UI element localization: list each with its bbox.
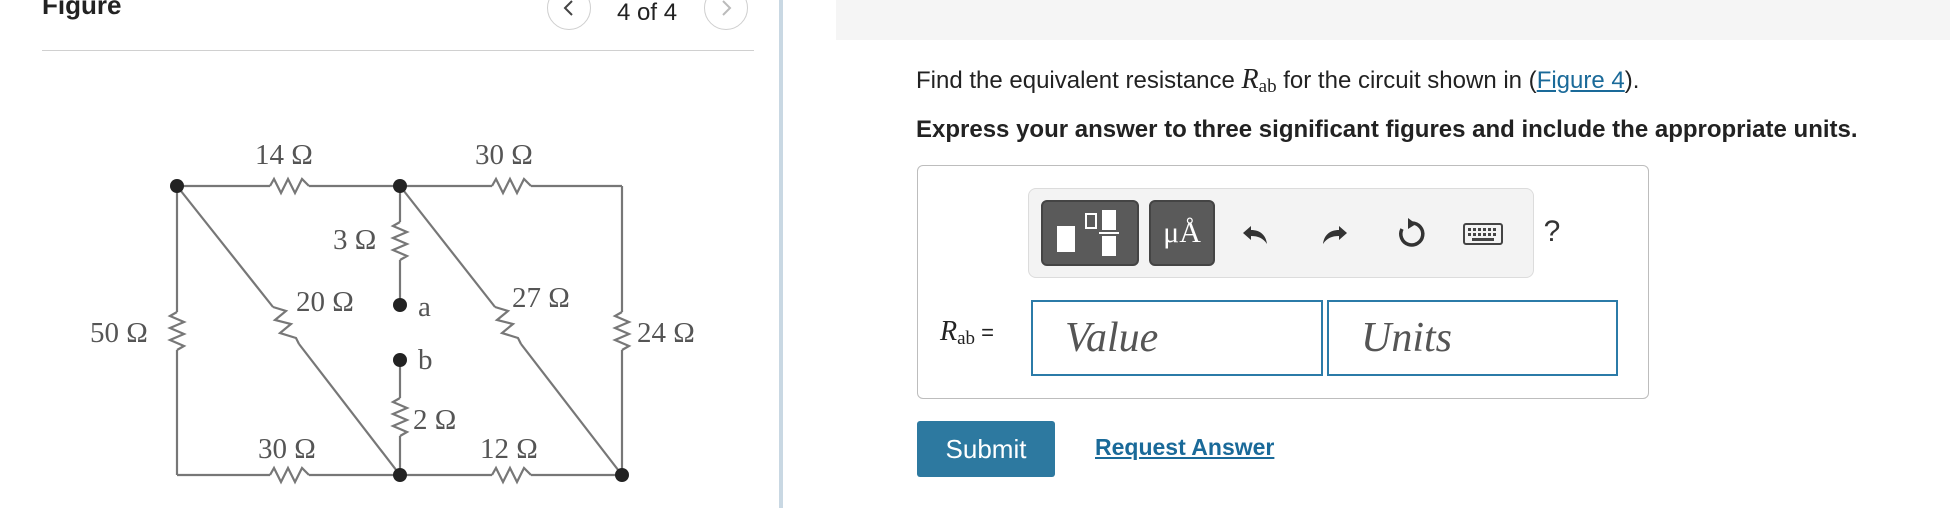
chevron-left-icon [563,0,573,16]
question-mid: for the circuit shown in ( [1276,67,1537,94]
answer-variable-label: Rab = [940,316,994,350]
figure-page-counter: 4 of 4 [617,0,678,26]
redo-icon [1323,226,1347,244]
answer-equals: = [975,320,995,345]
units-button[interactable]: μÅ [1149,200,1215,266]
previous-figure-button[interactable] [547,0,591,30]
figure-link[interactable]: Figure 4 [1537,67,1625,94]
resistor-12-label: 12 Ω [480,433,538,465]
resistor-2-label: 2 Ω [413,404,456,436]
resistor-50-label: 50 Ω [90,317,148,349]
question-variable-subscript: ab [1258,76,1277,97]
units-button-label: μÅ [1163,216,1201,249]
question-suffix: ). [1624,67,1640,94]
resistor-30-top-label: 30 Ω [475,139,533,171]
fraction-template-icon [1057,210,1119,256]
circuit-diagram: 14 Ω 30 Ω 3 Ω 20 Ω 27 Ω 50 Ω 24 Ω 2 Ω 30… [90,139,695,485]
figure-divider [42,50,754,51]
undo-button[interactable] [1237,215,1275,253]
keyboard-icon [1463,223,1503,245]
panel-separator[interactable] [779,0,783,508]
resistor-20-label: 20 Ω [296,286,354,318]
question-prefix: Find the equivalent resistance [916,67,1242,94]
resistor-14-label: 14 Ω [255,139,313,171]
request-answer-link[interactable]: Request Answer [1095,434,1274,461]
terminal-b-label: b [418,344,433,376]
units-input[interactable] [1327,300,1618,376]
answer-box: μÅ ? Rab = Value Units [917,165,1649,399]
chevron-right-icon [722,0,732,16]
answer-instruction: Express your answer to three significant… [916,116,1858,143]
resistor-24-label: 24 Ω [637,317,695,349]
keyboard-button[interactable] [1459,215,1507,253]
terminal-a-label: a [418,291,431,323]
question-header-band [836,0,1950,40]
answer-variable-subscript: ab [957,328,976,349]
submit-button[interactable]: Submit [917,421,1055,477]
resistor-27-label: 27 Ω [512,282,570,314]
help-label: ? [1543,215,1561,248]
redo-button[interactable] [1315,215,1353,253]
templates-button[interactable] [1041,200,1139,266]
figure-panel: Figure 4 of 4 14 Ω 30 Ω 3 Ω 20 Ω 27 Ω 50… [0,0,778,508]
question-text: Find the equivalent resistance Rab for t… [916,64,1639,98]
next-figure-button[interactable] [704,0,748,30]
value-input[interactable] [1031,300,1323,376]
help-button[interactable]: ? [1533,213,1571,251]
resistor-30-bottom-label: 30 Ω [258,433,316,465]
reset-icon [1399,218,1425,247]
undo-icon [1243,226,1267,244]
question-variable: R [1241,64,1259,95]
reset-button[interactable] [1393,215,1431,253]
answer-variable: R [940,316,958,347]
figure-title: Figure [42,0,122,20]
math-toolbar: μÅ ? [1028,188,1560,278]
resistor-3-label: 3 Ω [333,224,376,256]
